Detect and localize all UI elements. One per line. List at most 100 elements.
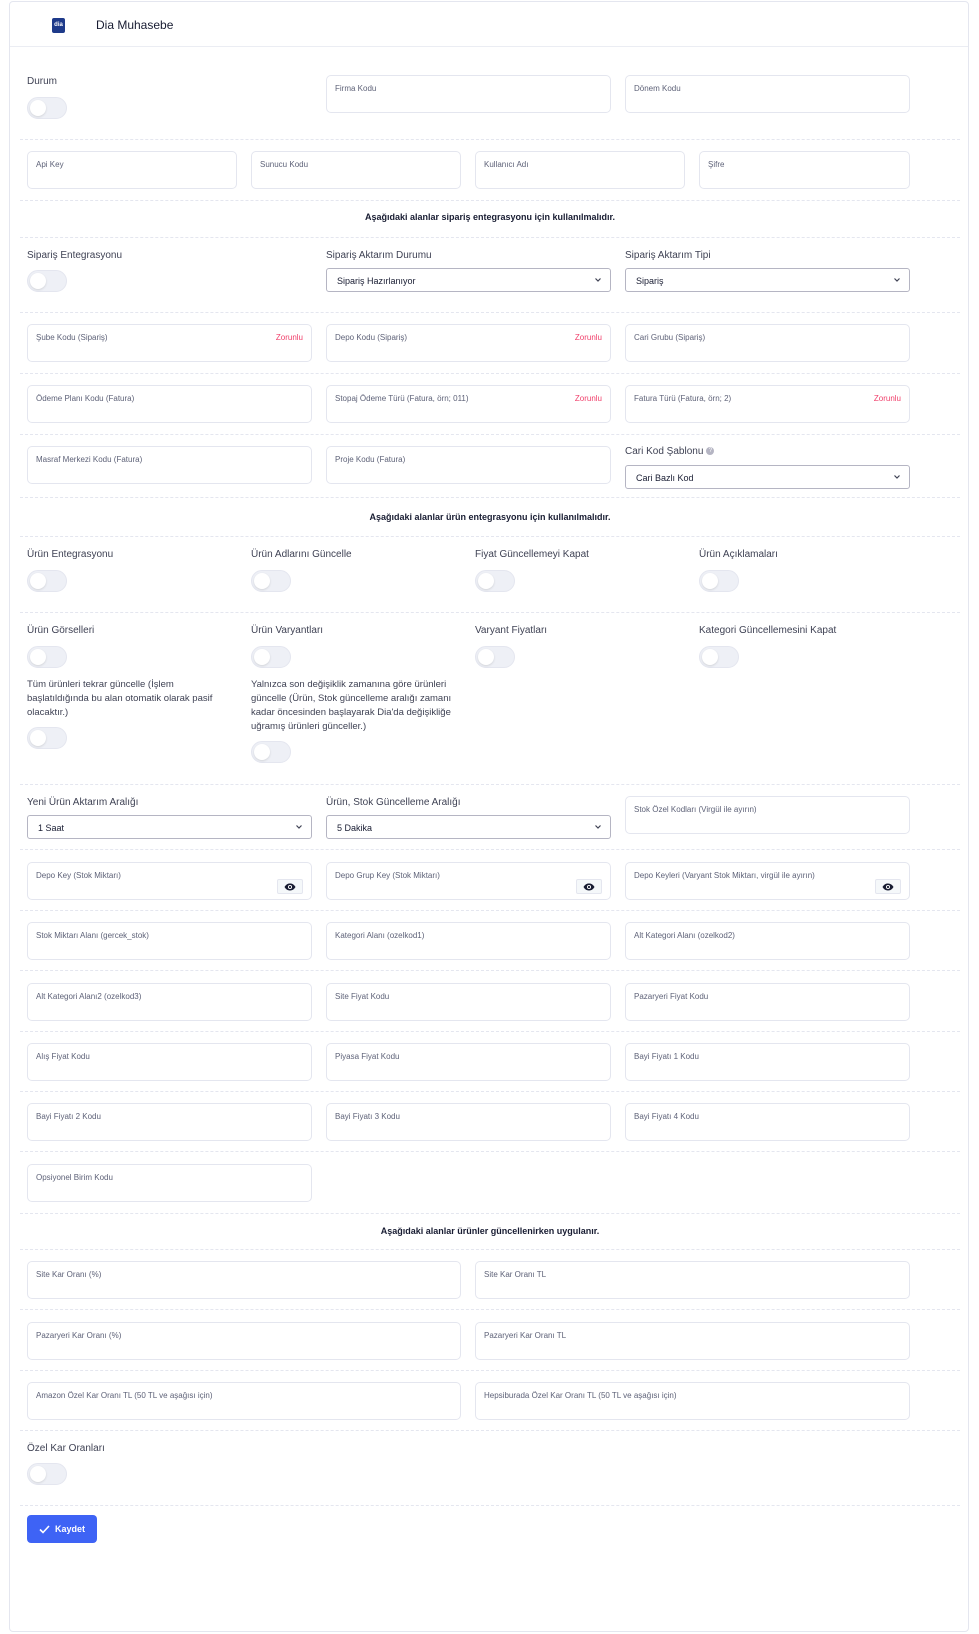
sifre-field[interactable]: Şifre <box>699 151 910 189</box>
divider <box>20 1505 960 1506</box>
bayi-fiyati-1-field[interactable]: Bayi Fiyatı 1 Kodu <box>625 1043 910 1081</box>
donem-kodu-field[interactable]: Dönem Kodu <box>625 75 910 113</box>
cari-grubu-label: Cari Grubu (Sipariş) <box>634 333 706 342</box>
bayi-fiyati-1-label: Bayi Fiyatı 1 Kodu <box>634 1052 699 1061</box>
alis-fiyat-kodu-label: Alış Fiyat Kodu <box>36 1052 90 1061</box>
depo-kodu-field[interactable]: Depo Kodu (Sipariş) Zorunlu <box>326 324 611 362</box>
alt-kategori-alani-label: Alt Kategori Alanı (ozelkod2) <box>634 931 735 940</box>
amazon-ozel-kar-field[interactable]: Amazon Özel Kar Oranı TL (50 TL ve aşağı… <box>27 1382 461 1420</box>
kullanici-adi-field[interactable]: Kullanıcı Adı <box>475 151 685 189</box>
urun-entegrasyonu-toggle[interactable] <box>27 570 67 592</box>
depo-keyleri-field[interactable]: Depo Keyleri (Varyant Stok Miktarı, virg… <box>625 862 910 900</box>
alis-fiyat-kodu-field[interactable]: Alış Fiyat Kodu <box>27 1043 312 1081</box>
depo-kodu-label: Depo Kodu (Sipariş) <box>335 333 408 342</box>
site-kar-yuzde-field[interactable]: Site Kar Oranı (%) <box>27 1261 461 1299</box>
api-key-field[interactable]: Api Key <box>27 151 237 189</box>
urun-gorselleri-toggle[interactable] <box>27 646 67 668</box>
siparis-aktarim-durumu-select[interactable]: Sipariş Hazırlanıyor <box>326 268 611 292</box>
urun-varyantlari-toggle[interactable] <box>251 646 291 668</box>
son-degisiklik-toggle[interactable] <box>251 741 291 763</box>
toggle-label: Kategori Güncellemesini Kapat <box>699 625 837 636</box>
cari-grubu-field[interactable]: Cari Grubu (Sipariş) <box>625 324 910 362</box>
depo-key-field[interactable]: Depo Key (Stok Miktarı) <box>27 862 312 900</box>
urun-adlari-guncelle-toggle[interactable] <box>251 570 291 592</box>
divider <box>20 612 960 613</box>
masraf-merkezi-field[interactable]: Masraf Merkezi Kodu (Fatura) <box>27 446 312 484</box>
pazaryeri-kar-tl-field[interactable]: Pazaryeri Kar Oranı TL <box>475 1322 910 1360</box>
bayi-fiyati-3-field[interactable]: Bayi Fiyatı 3 Kodu <box>326 1103 611 1141</box>
odeme-plani-label: Ödeme Planı Kodu (Fatura) <box>36 394 135 403</box>
depo-grup-key-label: Depo Grup Key (Stok Miktarı) <box>335 871 440 880</box>
siparis-entegrasyonu-toggle[interactable] <box>27 270 67 292</box>
proje-kodu-field[interactable]: Proje Kodu (Fatura) <box>326 446 611 484</box>
chevron-down-icon <box>894 475 900 479</box>
cari-kod-sablonu-select[interactable]: Cari Bazlı Kod <box>625 465 910 489</box>
piyasa-fiyat-kodu-field[interactable]: Piyasa Fiyat Kodu <box>326 1043 611 1081</box>
hepsiburada-ozel-kar-label: Hepsiburada Özel Kar Oranı TL (50 TL ve … <box>484 1391 677 1400</box>
firma-kodu-label: Firma Kodu <box>335 84 377 93</box>
proje-kodu-label: Proje Kodu (Fatura) <box>335 455 406 464</box>
eye-icon[interactable] <box>576 879 602 894</box>
fatura-turu-field[interactable]: Fatura Türü (Fatura, örn; 2) Zorunlu <box>625 385 910 423</box>
cari-kod-sablonu-text: Cari Kod Şablonu <box>625 446 704 457</box>
sunucu-kodu-field[interactable]: Sunucu Kodu <box>251 151 461 189</box>
opsiyonel-birim-field[interactable]: Opsiyonel Birim Kodu <box>27 1164 312 1202</box>
pazaryeri-kar-tl-label: Pazaryeri Kar Oranı TL <box>484 1331 567 1340</box>
stok-ozel-kodlari-field[interactable]: Stok Özel Kodları (Virgül ile ayırın) <box>625 796 910 834</box>
depo-grup-key-field[interactable]: Depo Grup Key (Stok Miktarı) <box>326 862 611 900</box>
site-fiyat-kodu-field[interactable]: Site Fiyat Kodu <box>326 983 611 1021</box>
pazaryeri-fiyat-kodu-field[interactable]: Pazaryeri Fiyat Kodu <box>625 983 910 1021</box>
header-divider <box>10 46 968 47</box>
urun-aciklamalari-toggle[interactable] <box>699 570 739 592</box>
chevron-down-icon <box>894 278 900 282</box>
odeme-plani-field[interactable]: Ödeme Planı Kodu (Fatura) <box>27 385 312 423</box>
firma-kodu-field[interactable]: Firma Kodu <box>326 75 611 113</box>
eye-icon[interactable] <box>875 879 901 894</box>
sunucu-kodu-label: Sunucu Kodu <box>260 160 309 169</box>
stok-miktari-alani-field[interactable]: Stok Miktarı Alanı (gercek_stok) <box>27 922 312 960</box>
donem-kodu-label: Dönem Kodu <box>634 84 681 93</box>
stopaj-field[interactable]: Stopaj Ödeme Türü (Fatura, örn; 011) Zoru… <box>326 385 611 423</box>
pazaryeri-kar-yuzde-field[interactable]: Pazaryeri Kar Oranı (%) <box>27 1322 461 1360</box>
sube-kodu-field[interactable]: Şube Kodu (Sipariş) Zorunlu <box>27 324 312 362</box>
help-icon[interactable]: ? <box>706 447 715 456</box>
chevron-down-icon <box>595 825 601 829</box>
alt-kategori-alani2-field[interactable]: Alt Kategori Alanı2 (ozelkod3) <box>27 983 312 1021</box>
divider <box>20 1031 960 1032</box>
varyant-fiyatlari-toggle[interactable] <box>475 646 515 668</box>
masraf-merkezi-label: Masraf Merkezi Kodu (Fatura) <box>36 455 143 464</box>
kategori-guncellemesini-kapat-toggle[interactable] <box>699 646 739 668</box>
tum-urunleri-guncelle-toggle[interactable] <box>27 727 67 749</box>
required-badge: Zorunlu <box>574 394 602 403</box>
eye-icon[interactable] <box>277 879 303 894</box>
siparis-aktarim-tipi-select[interactable]: Sipariş <box>625 268 910 292</box>
pazaryeri-fiyat-kodu-label: Pazaryeri Fiyat Kodu <box>634 992 709 1001</box>
stok-guncelleme-select[interactable]: 5 Dakika <box>326 815 611 839</box>
toggle-label: Ürün Adlarını Güncelle <box>251 549 352 560</box>
toggle-label: Ürün Varyantları <box>251 625 324 636</box>
hepsiburada-ozel-kar-field[interactable]: Hepsiburada Özel Kar Oranı TL (50 TL ve … <box>475 1382 910 1420</box>
yeni-urun-aktarim-select[interactable]: 1 Saat <box>27 815 312 839</box>
durum-toggle[interactable] <box>27 97 67 119</box>
divider <box>20 373 960 374</box>
divider <box>20 200 960 201</box>
site-kar-tl-field[interactable]: Site Kar Oranı TL <box>475 1261 910 1299</box>
save-button[interactable]: Kaydet <box>27 1515 97 1543</box>
depo-key-label: Depo Key (Stok Miktarı) <box>36 871 121 880</box>
divider <box>20 536 960 537</box>
stok-miktari-alani-label: Stok Miktarı Alanı (gercek_stok) <box>36 931 149 940</box>
depo-keyleri-label: Depo Keyleri (Varyant Stok Miktarı, virg… <box>634 871 815 880</box>
kategori-alani-field[interactable]: Kategori Alanı (ozelkod1) <box>326 922 611 960</box>
bayi-fiyati-4-field[interactable]: Bayi Fiyatı 4 Kodu <box>625 1103 910 1141</box>
alt-kategori-alani-field[interactable]: Alt Kategori Alanı (ozelkod2) <box>625 922 910 960</box>
siparis-entegrasyonu-label: Sipariş Entegrasyonu <box>27 250 123 261</box>
bayi-fiyati-2-field[interactable]: Bayi Fiyatı 2 Kodu <box>27 1103 312 1141</box>
divider <box>20 1249 960 1250</box>
ozel-kar-oranlari-toggle[interactable] <box>27 1463 67 1485</box>
divider <box>20 237 960 238</box>
page-title: Dia Muhasebe <box>96 18 174 32</box>
divider <box>20 497 960 498</box>
stok-ozel-kodlari-label: Stok Özel Kodları (Virgül ile ayırın) <box>634 805 757 814</box>
pazaryeri-kar-yuzde-label: Pazaryeri Kar Oranı (%) <box>36 1331 122 1340</box>
fiyat-guncellemeyi-kapat-toggle[interactable] <box>475 570 515 592</box>
